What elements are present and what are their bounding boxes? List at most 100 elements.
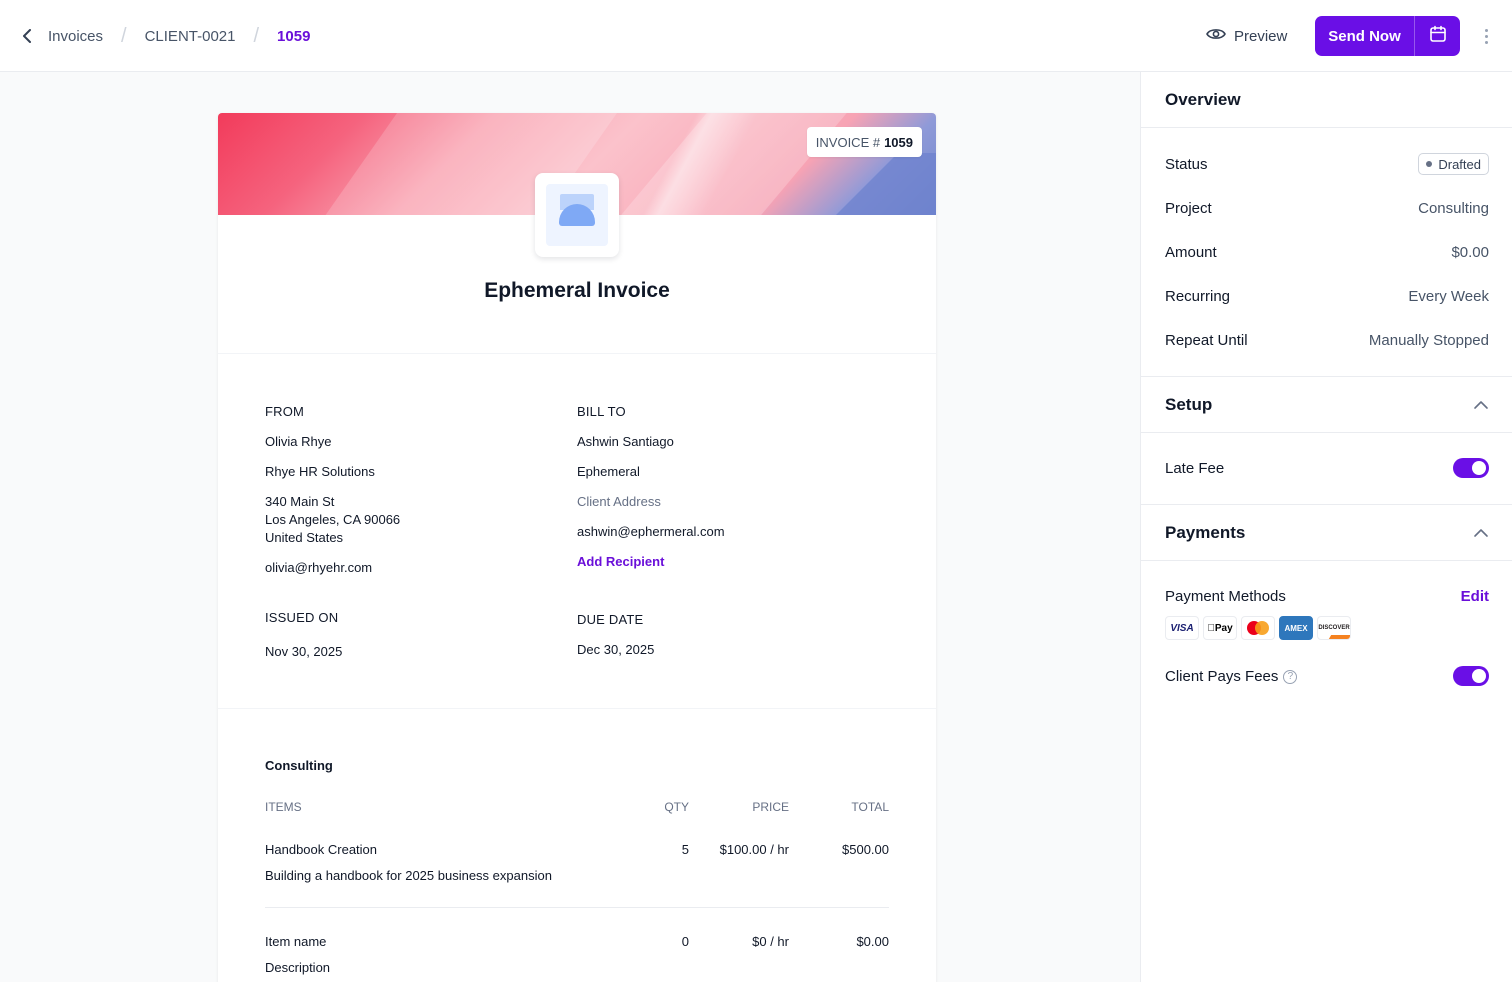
payments-title: Payments [1165,522,1246,542]
invoice-canvas: INVOICE # 1059 Ephemeral Invoice FROM Ol… [0,72,1140,982]
overview-header: Overview [1141,72,1512,128]
project-value[interactable]: Consulting [1418,200,1489,217]
back-chevron-icon[interactable] [18,27,36,45]
schedule-send-button[interactable] [1415,16,1460,56]
bill-to-name[interactable]: Ashwin Santiago [577,433,674,451]
invoice-title[interactable]: Ephemeral Invoice [218,279,936,303]
calendar-icon [1429,25,1447,48]
top-bar: Invoices / CLIENT-0021 / 1059 Preview Se… [0,0,1512,72]
items-section-title[interactable]: Consulting [265,758,333,773]
company-logo[interactable] [535,173,619,257]
breadcrumb-separator: / [121,24,127,47]
column-header-total: TOTAL [851,800,889,814]
send-button-group: Send Now [1315,16,1460,56]
amount-row: Amount $0.00 [1165,242,1489,262]
divider [265,907,889,908]
item-qty-placeholder[interactable]: 0 [638,934,689,949]
payment-cards: VISA Pay AMEX DISCOVER [1165,616,1351,640]
column-header-price: PRICE [752,800,789,814]
divider [218,708,936,709]
apple-pay-label: Pay [1211,622,1233,634]
client-pays-fees-toggle[interactable] [1453,666,1489,686]
logo-placeholder-icon [546,184,608,246]
item-name-placeholder[interactable]: Item name [265,934,326,949]
breadcrumb: Invoices / CLIENT-0021 / 1059 [18,0,310,72]
help-icon[interactable]: ? [1283,669,1298,684]
late-fee-label: Late Fee [1165,459,1225,477]
chevron-up-icon[interactable] [1473,397,1489,413]
breadcrumb-invoices[interactable]: Invoices [48,28,103,45]
payment-methods-row: Payment Methods Edit [1165,586,1489,606]
edit-payment-methods-link[interactable]: Edit [1461,588,1489,605]
send-now-button[interactable]: Send Now [1315,16,1415,56]
from-label: FROM [265,404,305,419]
late-fee-toggle[interactable] [1453,458,1489,478]
item-total: $500.00 [842,842,889,857]
overview-panel: Overview Status Drafted Project Consulti… [1140,72,1512,982]
due-date-label: DUE DATE [577,612,644,627]
recurring-row[interactable]: Recurring Every Week [1165,286,1489,306]
eye-icon [1206,27,1226,45]
project-row[interactable]: Project Consulting [1165,198,1489,218]
client-address-input[interactable]: Client Address [577,493,661,511]
repeat-until-row[interactable]: Repeat Until Manually Stopped [1165,330,1489,350]
status-badge: Drafted [1418,153,1489,175]
status-value: Drafted [1438,156,1481,172]
due-date-value[interactable]: Dec 30, 2025 [577,641,654,659]
from-address-line2[interactable]: Los Angeles, CA 90066 [265,511,400,529]
amount-value: $0.00 [1451,243,1489,261]
recurring-value[interactable]: Every Week [1408,288,1489,305]
project-label: Project [1165,199,1212,217]
invoice-document: INVOICE # 1059 Ephemeral Invoice FROM Ol… [218,113,936,982]
apple-pay-icon: Pay [1203,616,1237,640]
client-pays-fees-label: Client Pays Fees [1165,667,1279,685]
add-recipient-link[interactable]: Add Recipient [577,553,664,571]
issued-on-value[interactable]: Nov 30, 2025 [265,643,342,661]
from-company[interactable]: Rhye HR Solutions [265,463,375,481]
breadcrumb-separator: / [253,24,260,47]
column-header-items: ITEMS [265,800,302,814]
mastercard-icon [1241,616,1275,640]
issued-on-label: ISSUED ON [265,610,339,625]
overview-title: Overview [1165,89,1241,109]
from-address-line3[interactable]: United States [265,529,343,547]
item-price-placeholder[interactable]: $0 / hr [689,934,789,949]
from-email[interactable]: olivia@rhyehr.com [265,559,372,577]
bill-to-label: BILL TO [577,404,626,419]
preview-label: Preview [1234,27,1288,45]
divider [218,353,936,354]
preview-button[interactable]: Preview [1206,20,1287,52]
amex-card-icon: AMEX [1279,616,1313,640]
invoice-badge-number: 1059 [884,134,913,150]
setup-header[interactable]: Setup [1141,377,1512,433]
bill-to-company[interactable]: Ephemeral [577,463,640,481]
column-header-qty: QTY [664,800,689,814]
item-name[interactable]: Handbook Creation [265,842,377,857]
repeat-until-value[interactable]: Manually Stopped [1369,332,1489,349]
chevron-up-icon[interactable] [1473,525,1489,541]
repeat-until-label: Repeat Until [1165,331,1248,349]
breadcrumb-current: 1059 [277,27,311,45]
item-price[interactable]: $100.00 / hr [689,842,789,857]
status-label: Status [1165,155,1208,173]
setup-title: Setup [1165,394,1213,414]
late-fee-row: Late Fee [1165,458,1489,478]
amount-label: Amount [1165,243,1217,261]
invoice-number-badge: INVOICE # 1059 [806,127,922,157]
bill-to-email[interactable]: ashwin@ephermeral.com [577,523,725,541]
item-description-placeholder[interactable]: Description [265,960,330,975]
more-options-icon[interactable] [1476,22,1496,50]
invoice-badge-prefix: INVOICE # [815,134,881,150]
apple-logo-icon:  [1207,623,1215,634]
payments-header[interactable]: Payments [1141,505,1512,561]
visa-card-icon: VISA [1165,616,1199,640]
client-pays-fees-row: Client Pays Fees? [1165,666,1489,686]
item-description[interactable]: Building a handbook for 2025 business ex… [265,868,552,883]
item-qty[interactable]: 5 [638,842,689,857]
item-total-placeholder: $0.00 [856,934,889,949]
breadcrumb-client[interactable]: CLIENT-0021 [145,28,236,45]
discover-card-icon: DISCOVER [1317,616,1351,640]
payment-methods-label: Payment Methods [1165,587,1286,605]
from-address-line1[interactable]: 340 Main St [265,493,334,511]
from-name[interactable]: Olivia Rhye [265,433,331,451]
